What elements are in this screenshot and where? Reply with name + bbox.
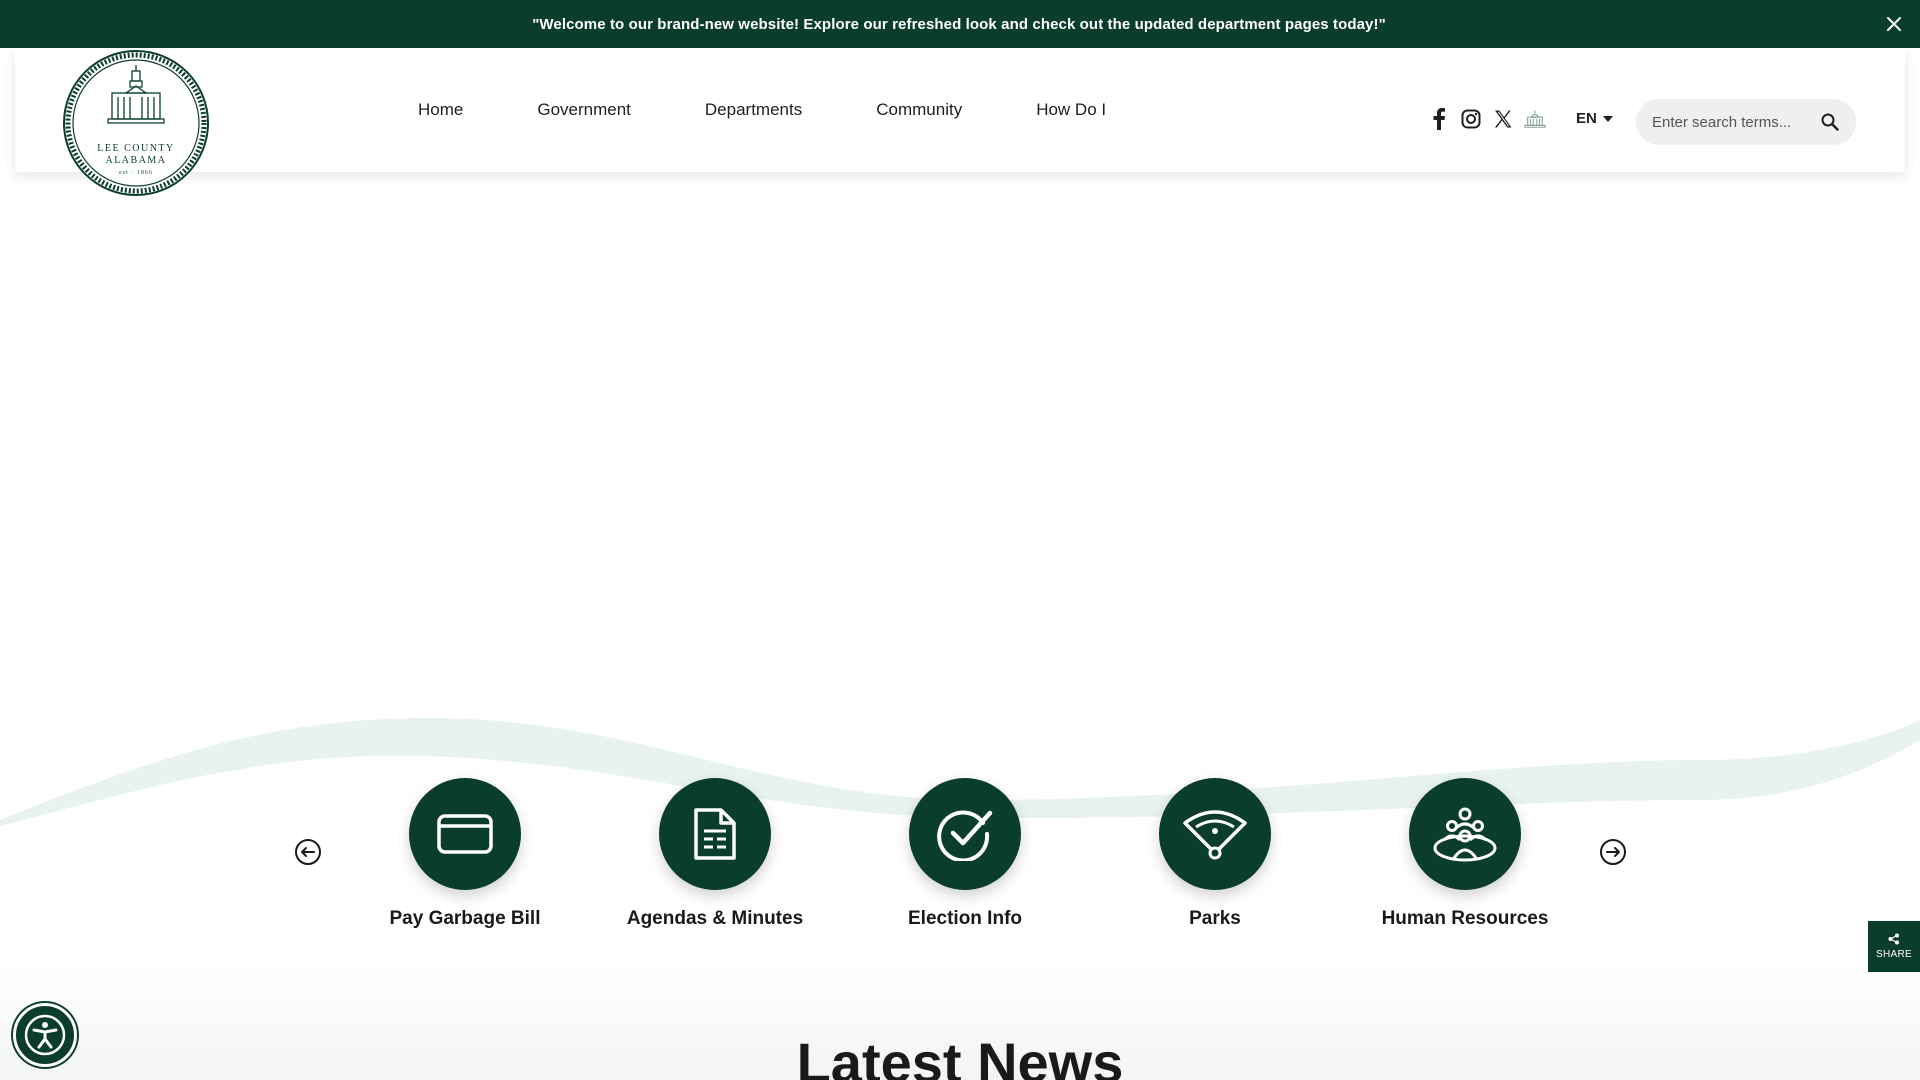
quick-links: Pay Garbage Bill Agendas & Minutes Elect… [340,778,1590,930]
document-icon [694,808,736,860]
language-selected: EN [1576,110,1597,127]
people-group-icon [1433,807,1497,862]
quick-link-circle [409,778,521,890]
quick-link-agendas-minutes[interactable]: Agendas & Minutes [590,778,840,930]
social-links [1428,108,1556,130]
accessibility-button[interactable] [13,1003,77,1067]
nav-item-home[interactable]: Home [418,100,463,120]
page: "Welcome to our brand-new website! Explo… [0,0,1920,1080]
latest-news-heading: Latest News [796,1031,1124,1080]
search-icon[interactable] [1820,112,1840,132]
quick-link-human-resources[interactable]: Human Resources [1340,778,1590,930]
seal-graphic: LEE COUNTY ALABAMA est · 1866 [63,50,209,196]
nav-item-community[interactable]: Community [876,100,962,120]
county-seal-logo[interactable]: LEE COUNTY ALABAMA est · 1866 [62,49,210,197]
search-input[interactable] [1652,113,1812,131]
share-button[interactable]: SHARE [1868,921,1920,972]
caret-down-icon [1602,115,1613,122]
quick-link-parks[interactable]: Parks [1090,778,1340,930]
checkmark-icon [937,810,993,861]
share-icon [1888,933,1899,945]
accessibility-icon [24,1014,66,1056]
quick-link-pay-garbage-bill[interactable]: Pay Garbage Bill [340,778,590,930]
facebook-icon[interactable] [1428,108,1450,130]
capitol-icon[interactable] [1524,108,1546,130]
alert-banner: "Welcome to our brand-new website! Explo… [0,0,1920,48]
quick-link-label: Agendas & Minutes [626,908,804,929]
quick-link-label: Parks [1189,908,1241,929]
search-box [1636,99,1856,145]
quick-link-label: Human Resources [1381,908,1549,929]
quick-link-label: Election Info [908,908,1022,929]
nav-item-how-do-i[interactable]: How Do I [1036,100,1106,120]
close-icon[interactable] [1882,12,1906,36]
nav-item-government[interactable]: Government [537,100,631,120]
language-selector[interactable]: EN [1576,110,1613,127]
instagram-icon[interactable] [1460,108,1482,130]
baseball-field-icon [1183,810,1247,860]
quick-link-circle [659,778,771,890]
credit-card-icon [437,814,493,854]
seal-text-established: est · 1866 [119,170,153,176]
quick-link-circle [1409,778,1521,890]
quick-link-circle [909,778,1021,890]
quick-link-election-info[interactable]: Election Info [840,778,1090,930]
quick-link-label: Pay Garbage Bill [389,908,541,929]
x-twitter-icon[interactable] [1492,108,1514,130]
carousel-prev-icon[interactable] [294,838,322,866]
seal-text-state: ALABAMA [105,155,166,166]
nav-item-departments[interactable]: Departments [705,100,802,120]
alert-message: "Welcome to our brand-new website! Explo… [532,15,1386,33]
quick-link-circle [1159,778,1271,890]
seal-text-county: LEE COUNTY [97,143,175,154]
main-nav: Home Government Departments Community Ho… [418,48,1180,172]
share-label: SHARE [1876,949,1912,960]
carousel-next-icon[interactable] [1599,838,1627,866]
